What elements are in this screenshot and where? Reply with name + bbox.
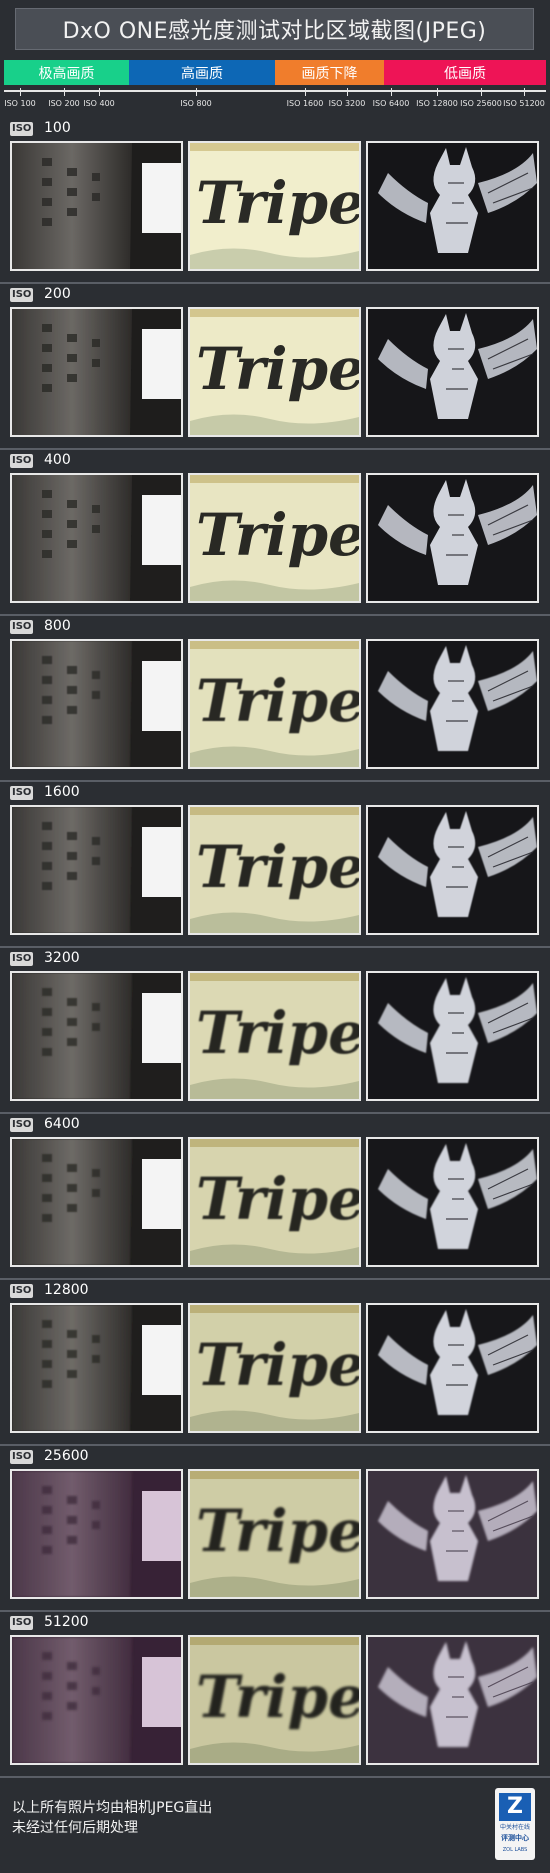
iso-scale-label: ISO 51200 [503,99,545,108]
iso-value: 12800 [44,1282,89,1298]
bell-crop-image [10,1469,183,1599]
iso-scale-tick [64,88,65,96]
iso-scale-label: ISO 6400 [372,99,410,108]
iso-row: ISO 1600 Tripe [0,782,550,948]
iso-tag: ISO [10,1284,34,1298]
iso-scale-tick [437,88,438,96]
iso-tag: ISO [10,786,34,800]
iso-row: ISO 25600 Tripe [0,1446,550,1612]
iso-scale: ISO 100 ISO 200 ISO 400 ISO 800 ISO 1600… [0,86,550,116]
iso-row: ISO 6400 Tripe [0,1114,550,1280]
iso-row: ISO 800 Tripe [0,616,550,782]
gargoyle-crop-image [366,1303,539,1433]
iso-scale-tick [524,88,525,96]
iso-tag: ISO [10,620,34,634]
label-crop-image: Tripe [188,639,361,769]
label-crop-image: Tripe [188,971,361,1101]
iso-scale-label: ISO 200 [48,99,80,108]
iso-row: ISO 12800 Tripe [0,1280,550,1446]
iso-row: ISO 100 Tripe [0,118,550,284]
label-crop-image: Tripe [188,473,361,603]
footer-note-line: 未经过任何后期处理 [12,1820,138,1836]
bell-crop-image [10,473,183,603]
footer-note: 以上所有照片均由相机JPEG直出 未经过任何后期处理 [12,1798,212,1838]
iso-scale-label: ISO 3200 [328,99,366,108]
iso-tag: ISO [10,1118,34,1132]
header: DxO ONE感光度测试对比区域截图(JPEG) [0,0,550,60]
iso-scale-tick [481,88,482,96]
logo-text: 评测中心 [501,1834,529,1842]
zol-logo-mark: Z [499,1793,531,1821]
iso-tag: ISO [10,1450,34,1464]
iso-row: ISO 400 Tripe [0,450,550,616]
bell-crop-image [10,307,183,437]
gargoyle-crop-image [366,971,539,1101]
iso-scale-tick [99,88,100,96]
label-crop-image: Tripe [188,1303,361,1433]
quality-band-declining: 画质下降 [275,60,384,85]
gargoyle-crop-image [366,307,539,437]
iso-tag: ISO [10,952,34,966]
iso-scale-label: ISO 12800 [416,99,458,108]
iso-tag: ISO [10,454,34,468]
logo-text: ZOL LABS [502,1847,528,1853]
iso-tag: ISO [10,1616,34,1630]
bell-crop-image [10,971,183,1101]
label-crop-image: Tripe [188,805,361,935]
iso-scale-line [4,90,546,92]
gargoyle-crop-image [366,473,539,603]
bell-crop-image [10,1137,183,1267]
label-crop-image: Tripe [188,141,361,271]
bell-crop-image [10,1303,183,1433]
iso-scale-label: ISO 100 [4,99,36,108]
iso-scale-tick [347,88,348,96]
label-crop-image: Tripe [188,1635,361,1765]
row-divider [0,1776,550,1778]
iso-tag: ISO [10,288,34,302]
gargoyle-crop-image [366,639,539,769]
gargoyle-crop-image [366,1137,539,1267]
iso-tag: ISO [10,122,34,136]
iso-row: ISO 51200 Tripe [0,1612,550,1778]
gargoyle-crop-image [366,1469,539,1599]
iso-scale-label: ISO 1600 [286,99,324,108]
label-crop-image: Tripe [188,1137,361,1267]
iso-scale-label: ISO 400 [83,99,115,108]
iso-scale-tick [196,88,197,96]
iso-scale-tick [20,88,21,96]
iso-value: 800 [44,618,71,634]
logo-text: 中关村在线 [499,1824,530,1831]
iso-value: 100 [44,120,71,136]
iso-value: 6400 [44,1116,80,1132]
iso-value: 400 [44,452,71,468]
page-title: DxO ONE感光度测试对比区域截图(JPEG) [15,8,534,50]
zol-labs-logo: Z 中关村在线 评测中心 ZOL LABS [495,1788,535,1860]
iso-value: 3200 [44,950,80,966]
iso-row: ISO 3200 Tripe [0,948,550,1114]
gargoyle-crop-image [366,1635,539,1765]
iso-value: 25600 [44,1448,89,1464]
iso-scale-tick [391,88,392,96]
footer: 以上所有照片均由相机JPEG直出 未经过任何后期处理 Z 中关村在线 评测中心 … [0,1780,550,1873]
label-crop-image: Tripe [188,1469,361,1599]
iso-value: 1600 [44,784,80,800]
label-crop-image: Tripe [188,307,361,437]
iso-scale-label: ISO 25600 [460,99,502,108]
bell-crop-image [10,805,183,935]
iso-row: ISO 200 Tripe [0,284,550,450]
iso-scale-tick [305,88,306,96]
quality-band-high: 高画质 [129,60,275,85]
bell-crop-image [10,1635,183,1765]
quality-band-low: 低画质 [384,60,546,85]
bell-crop-image [10,141,183,271]
iso-value: 200 [44,286,71,302]
gargoyle-crop-image [366,141,539,271]
footer-note-line: 以上所有照片均由相机JPEG直出 [12,1800,213,1816]
iso-scale-label: ISO 800 [180,99,212,108]
iso-value: 51200 [44,1614,89,1630]
bell-crop-image [10,639,183,769]
gargoyle-crop-image [366,805,539,935]
quality-band-excellent: 极高画质 [4,60,129,85]
